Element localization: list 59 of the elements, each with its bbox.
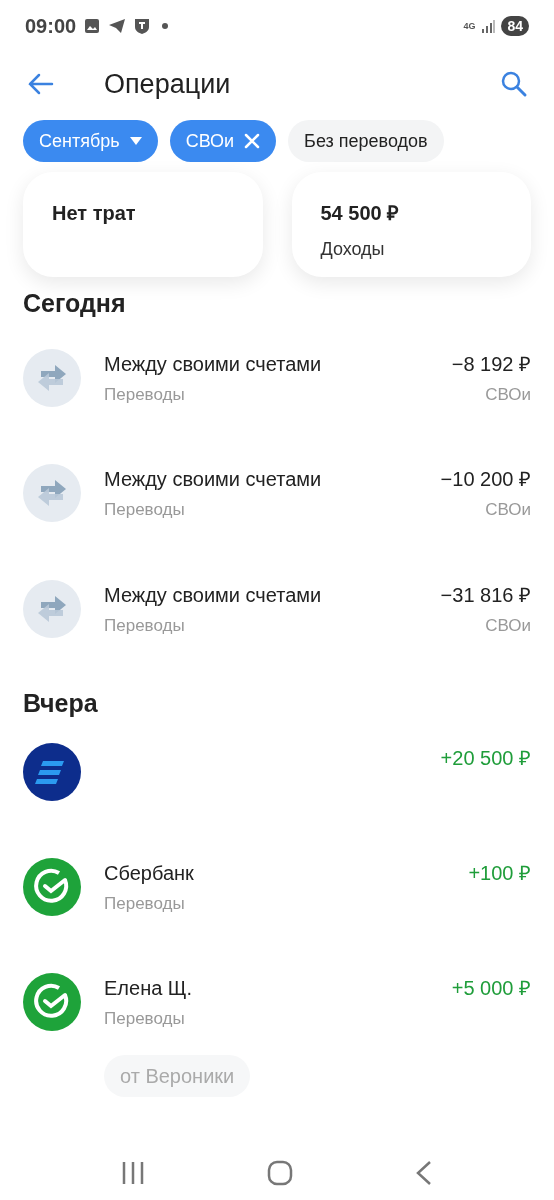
operation-row[interactable]: +20 500 ₽ (0, 728, 554, 844)
shield-icon (134, 17, 151, 35)
operation-category: Переводы (104, 1008, 186, 1030)
section-heading: Сегодня (22, 288, 127, 319)
operation-row[interactable]: Сбербанк Переводы +100 ₽ (0, 843, 554, 959)
bank-logo-icon (23, 742, 81, 801)
search-icon (500, 70, 528, 98)
network-label: 4G (463, 21, 476, 31)
paper-plane-icon (108, 18, 127, 34)
check-circle-logo-icon (23, 973, 81, 1031)
operation-title: Между своими счетами (104, 582, 323, 608)
search-button[interactable] (500, 70, 528, 98)
page-title: Операции (104, 67, 232, 101)
transfer-arrows-icon (23, 348, 81, 407)
operation-title: Между своими счетами (104, 351, 323, 377)
operation-row[interactable]: Между своими счетами Переводы −31 816 ₽ СВОи (0, 565, 554, 681)
operation-amount: −31 816 ₽ (440, 582, 531, 608)
status-time: 09:00 (25, 14, 77, 39)
summary-card[interactable]: Нет трат (23, 172, 263, 277)
battery-level: 84 (501, 16, 529, 36)
transfer-arrows-icon (23, 579, 81, 638)
home-icon (267, 1159, 293, 1186)
operation-title: Елена Щ. (104, 976, 194, 1001)
operation-account: СВОи (485, 499, 531, 521)
image-icon (84, 18, 101, 34)
operation-row[interactable]: Между своими счетами Переводы −8 192 ₽ СВОи (0, 334, 554, 450)
operation-category: Переводы (104, 892, 186, 915)
signal-icon (481, 19, 496, 33)
recent-apps-icon (121, 1160, 144, 1185)
comment-chip: от Вероники (104, 1054, 251, 1097)
operation-amount: +5 000 ₽ (451, 976, 531, 1001)
operation-row[interactable]: Между своими счетами Переводы −10 200 ₽ СВОи (0, 450, 554, 566)
summary-label: Доходы (320, 238, 386, 261)
operation-amount: −8 192 ₽ (451, 351, 531, 377)
summary-amount: 54 500 ₽ (320, 201, 401, 226)
operation-row[interactable]: Елена Щ. Переводы от Вероники +5 000 ₽ (0, 959, 554, 1101)
section-heading: Вчера (22, 688, 99, 719)
operation-amount: +20 500 ₽ (440, 745, 531, 771)
summary-card[interactable]: 54 500 ₽ Доходы (291, 172, 531, 277)
operation-amount: −10 200 ₽ (440, 467, 531, 492)
filter-chip[interactable]: Без переводов (288, 120, 444, 162)
dot-icon (162, 23, 169, 29)
recent-apps-button[interactable] (121, 1160, 144, 1185)
back-nav-button[interactable] (416, 1159, 433, 1186)
operation-account: СВОи (485, 614, 531, 637)
operation-category: Переводы (104, 499, 186, 521)
operation-account: СВОи (485, 383, 531, 406)
summary-amount: Нет трат (52, 201, 137, 226)
check-circle-logo-icon (23, 857, 81, 916)
caret-icon (129, 137, 142, 145)
transfer-arrows-icon (23, 464, 81, 522)
close-icon (244, 133, 261, 149)
operation-amount: +100 ₽ (468, 860, 531, 886)
operation-category: Переводы (104, 614, 186, 637)
chevron-left-icon (416, 1159, 433, 1186)
operation-title: Сбербанк (104, 860, 195, 886)
home-button[interactable] (267, 1159, 293, 1186)
operation-title: Между своими счетами (104, 467, 323, 492)
operation-category: Переводы (104, 383, 186, 406)
